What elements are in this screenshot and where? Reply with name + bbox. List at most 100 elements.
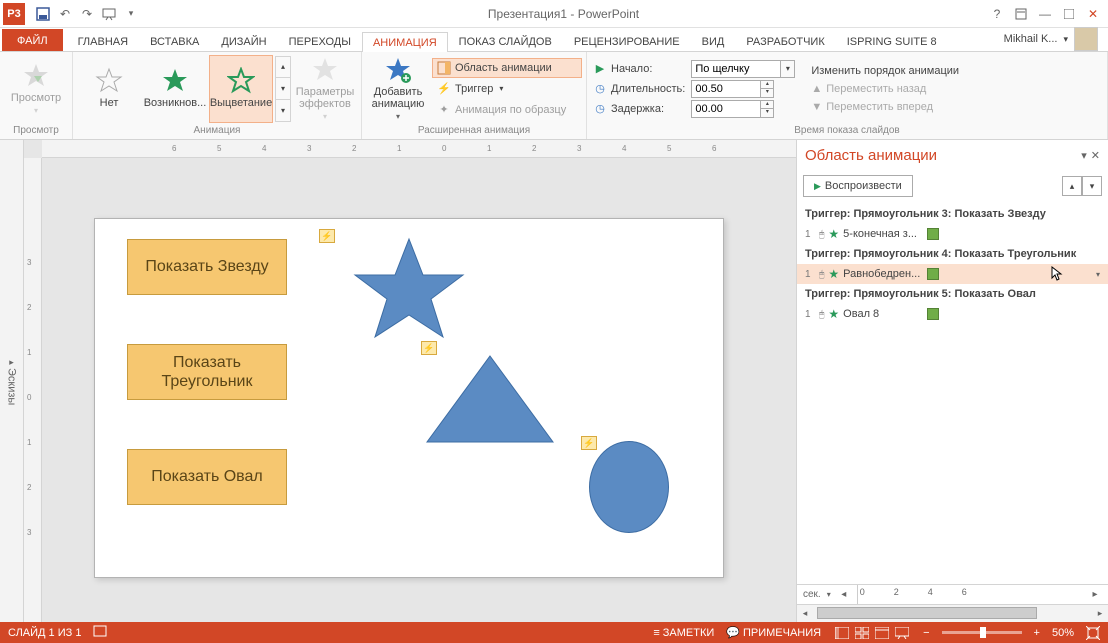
zoom-slider[interactable] bbox=[942, 631, 1022, 634]
spin-up-icon[interactable]: ▴ bbox=[761, 81, 773, 89]
save-icon[interactable] bbox=[33, 4, 53, 24]
star-shape[interactable] bbox=[353, 237, 465, 341]
start-select[interactable] bbox=[691, 60, 781, 78]
shape-button-star[interactable]: Показать Звезду bbox=[127, 239, 287, 295]
spin-down-icon[interactable]: ▾ bbox=[761, 89, 773, 97]
animation-item-selected[interactable]: 1🖱★ Равнобедрен... ▾ bbox=[797, 264, 1108, 284]
shape-button-triangle[interactable]: Показать Треугольник bbox=[127, 344, 287, 400]
app-icon: P3 bbox=[3, 3, 25, 25]
delay-field[interactable] bbox=[691, 100, 761, 118]
zoom-level[interactable]: 50% bbox=[1052, 627, 1074, 639]
timeline-prev-icon[interactable]: ◂ bbox=[837, 589, 851, 600]
tab-view[interactable]: ВИД bbox=[691, 31, 736, 51]
window-controls: ? — ✕ bbox=[986, 4, 1104, 24]
star-icon bbox=[311, 56, 339, 84]
close-icon[interactable]: ✕ bbox=[1082, 4, 1104, 24]
gallery-up-icon[interactable]: ▴ bbox=[276, 57, 290, 79]
play-animation-button[interactable]: ▶ Воспроизвести bbox=[803, 175, 913, 197]
brush-icon: ✦ bbox=[437, 103, 451, 117]
start-show-icon[interactable] bbox=[99, 4, 119, 24]
timing-controls: ▶Начало: ▾ ◷Длительность: ▴▾ ◷Задержка: … bbox=[591, 56, 803, 122]
ribbon-tabs: ФАЙЛ ГЛАВНАЯ ВСТАВКА ДИЗАЙН ПЕРЕХОДЫ АНИ… bbox=[0, 28, 1108, 52]
redo-icon[interactable]: ↷ bbox=[77, 4, 97, 24]
reorder-controls: Изменить порядок анимации ▲Переместить н… bbox=[805, 58, 965, 120]
pane-menu-icon[interactable]: ▾ bbox=[1081, 149, 1087, 162]
minimize-icon[interactable]: — bbox=[1034, 4, 1056, 24]
zoom-in-icon[interactable]: + bbox=[1034, 627, 1040, 639]
undo-icon[interactable]: ↶ bbox=[55, 4, 75, 24]
chevron-down-icon[interactable]: ▾ bbox=[781, 60, 795, 78]
zoom-out-icon[interactable]: − bbox=[923, 627, 929, 639]
star-icon: ★ bbox=[828, 227, 839, 241]
horizontal-scrollbar[interactable]: ◂ ▸ bbox=[796, 604, 1108, 622]
language-indicator[interactable] bbox=[93, 624, 107, 641]
effect-none[interactable]: Нет bbox=[77, 55, 141, 123]
animation-list: Триггер: Прямоугольник 3: Показать Звезд… bbox=[797, 200, 1108, 584]
shape-button-oval[interactable]: Показать Овал bbox=[127, 449, 287, 505]
maximize-icon[interactable] bbox=[1058, 4, 1080, 24]
triangle-shape[interactable] bbox=[425, 354, 555, 444]
animation-item[interactable]: 1🖱★ Овал 8 bbox=[797, 304, 1108, 324]
animation-marker[interactable]: ⚡ bbox=[421, 341, 437, 355]
animation-pane-title: Область анимации bbox=[805, 147, 937, 164]
add-animation-button[interactable]: Добавить анимацию ▾ bbox=[366, 55, 430, 123]
spin-down-icon[interactable]: ▾ bbox=[761, 109, 773, 117]
animation-marker[interactable]: ⚡ bbox=[581, 436, 597, 450]
fit-window-icon[interactable] bbox=[1086, 626, 1100, 640]
scroll-left-icon[interactable]: ◂ bbox=[797, 605, 813, 621]
thumbnail-strip-toggle[interactable]: ▸ Эскизы bbox=[0, 140, 24, 622]
mouse-icon: 🖱 bbox=[819, 229, 824, 240]
preview-button: Просмотр ▾ bbox=[4, 55, 68, 123]
chevron-down-icon[interactable]: ▾ bbox=[1096, 270, 1100, 279]
slide-canvas[interactable]: Показать Звезду Показать Треугольник Пок… bbox=[42, 158, 796, 622]
tab-file[interactable]: ФАЙЛ bbox=[2, 29, 63, 51]
qat-customize-icon[interactable]: ▾ bbox=[121, 4, 141, 24]
tab-review[interactable]: РЕЦЕНЗИРОВАНИЕ bbox=[563, 31, 691, 51]
tab-transitions[interactable]: ПЕРЕХОДЫ bbox=[278, 31, 362, 51]
move-back-button: ▲Переместить назад bbox=[811, 80, 959, 98]
help-icon[interactable]: ? bbox=[986, 4, 1008, 24]
comments-button[interactable]: 💬ПРИМЕЧАНИЯ bbox=[726, 626, 821, 639]
normal-view-icon[interactable] bbox=[833, 625, 851, 641]
gallery-more-icon[interactable]: ▾ bbox=[276, 100, 290, 121]
pane-close-icon[interactable]: ✕ bbox=[1091, 149, 1100, 162]
slideshow-view-icon[interactable] bbox=[893, 625, 911, 641]
move-down-button[interactable]: ▾ bbox=[1082, 176, 1102, 196]
animation-pane-button[interactable]: Область анимации bbox=[432, 58, 582, 78]
oval-shape[interactable] bbox=[589, 441, 669, 533]
scroll-right-icon[interactable]: ▸ bbox=[1092, 605, 1108, 621]
tab-ispring[interactable]: ISPRING SUITE 8 bbox=[836, 31, 948, 51]
tab-design[interactable]: ДИЗАЙН bbox=[210, 31, 277, 51]
chevron-right-icon: ▸ bbox=[9, 357, 14, 368]
arrow-up-icon: ▲ bbox=[811, 83, 822, 95]
timeline-next-icon[interactable]: ▸ bbox=[1088, 589, 1102, 600]
notes-button[interactable]: ≡ЗАМЕТКИ bbox=[653, 627, 714, 639]
timeline-footer: сек. ▾ ◂ 0246 ▸ bbox=[797, 584, 1108, 604]
spin-up-icon[interactable]: ▴ bbox=[761, 101, 773, 109]
animation-marker[interactable]: ⚡ bbox=[319, 229, 335, 243]
tab-home[interactable]: ГЛАВНАЯ bbox=[67, 31, 139, 51]
trigger-button[interactable]: ⚡ Триггер ▾ bbox=[432, 79, 582, 99]
effect-appear[interactable]: Возникнов... bbox=[143, 55, 207, 123]
animation-item[interactable]: 1🖱★ 5-конечная з... bbox=[797, 224, 1108, 244]
move-forward-button: ▼Переместить вперед bbox=[811, 98, 959, 116]
tab-insert[interactable]: ВСТАВКА bbox=[139, 31, 210, 51]
horizontal-ruler: 6543210123456 bbox=[42, 140, 796, 158]
tab-slideshow[interactable]: ПОКАЗ СЛАЙДОВ bbox=[448, 31, 563, 51]
preview-label: Просмотр bbox=[11, 92, 61, 104]
sorter-view-icon[interactable] bbox=[853, 625, 871, 641]
gallery-down-icon[interactable]: ▾ bbox=[276, 78, 290, 100]
duration-field[interactable] bbox=[691, 80, 761, 98]
star-icon: ★ bbox=[828, 267, 839, 281]
tab-developer[interactable]: РАЗРАБОТЧИК bbox=[735, 31, 835, 51]
chevron-down-icon[interactable]: ▾ bbox=[827, 590, 831, 599]
scroll-thumb[interactable] bbox=[817, 607, 1037, 619]
user-account[interactable]: Mikhail K... ▾ bbox=[1004, 27, 1098, 51]
trigger-heading: Триггер: Прямоугольник 4: Показать Треуг… bbox=[797, 244, 1108, 264]
tab-animation[interactable]: АНИМАЦИЯ bbox=[362, 32, 448, 52]
move-up-button[interactable]: ▴ bbox=[1062, 176, 1082, 196]
group-preview-label: Просмотр bbox=[4, 125, 68, 139]
ribbon-collapse-icon[interactable] bbox=[1010, 4, 1032, 24]
effect-fade[interactable]: Выцветание bbox=[209, 55, 273, 123]
reading-view-icon[interactable] bbox=[873, 625, 891, 641]
